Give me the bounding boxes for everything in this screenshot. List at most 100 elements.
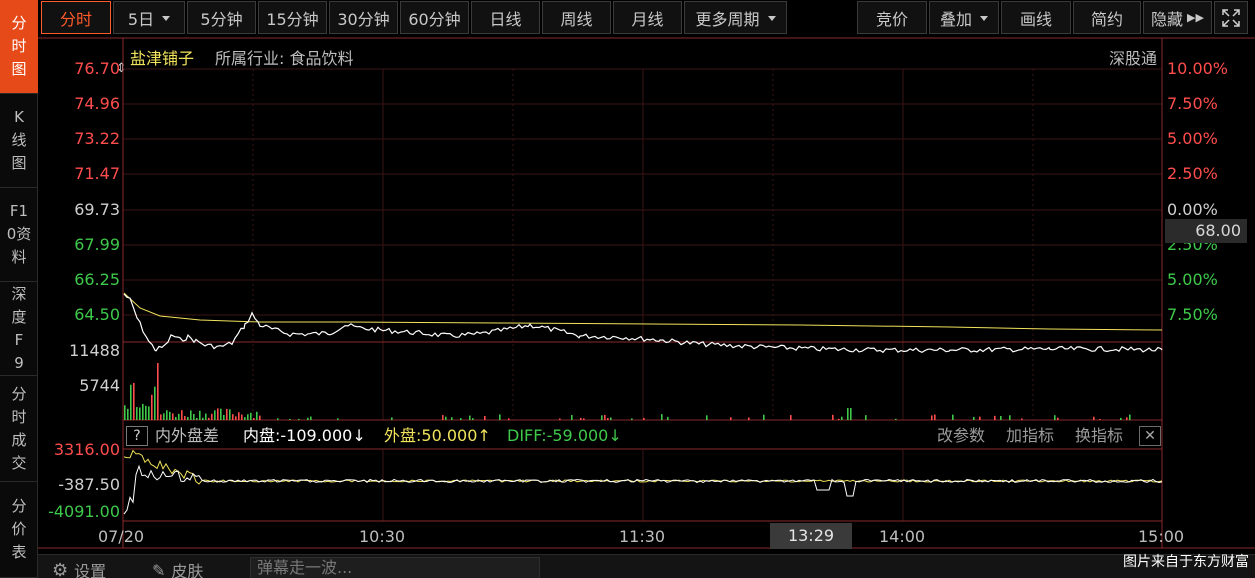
volume-bar	[220, 408, 222, 420]
volume-bar	[1000, 415, 1002, 420]
volume-bar	[160, 414, 162, 420]
volume-bar	[337, 418, 339, 420]
volume-bar	[571, 415, 573, 420]
chart-grid	[123, 68, 1162, 521]
switch-indicator-button[interactable]: 换指标	[1075, 426, 1123, 446]
pct-tick: 2.50%	[1167, 164, 1218, 183]
time-tick: 07/20	[98, 527, 145, 546]
volume-bar	[127, 408, 129, 420]
volume-bar	[211, 413, 213, 420]
volume-bar	[469, 415, 471, 420]
volume-bar	[124, 405, 126, 420]
volume-bar	[631, 418, 633, 420]
volume-tick: 11488	[69, 341, 120, 360]
price-tick: 73.22	[74, 129, 120, 148]
volume-bar	[979, 416, 981, 420]
volume-bar	[451, 417, 453, 420]
inner-value: 内盘:-109.000↓	[243, 426, 366, 445]
settings-button[interactable]: ⚙ 设置	[52, 558, 106, 578]
volume-bar	[199, 410, 201, 420]
skin-button[interactable]: ✎ 皮肤	[152, 558, 203, 578]
volume-bars	[124, 363, 1131, 420]
volume-bar	[226, 408, 228, 420]
volume-bar	[1120, 417, 1122, 420]
volume-bar	[208, 417, 210, 420]
skin-label: 皮肤	[171, 562, 204, 578]
volume-bar	[832, 414, 834, 420]
volume-bar	[748, 417, 750, 420]
volume-bar	[484, 415, 486, 420]
add-indicator-button[interactable]: 加指标	[1006, 426, 1054, 446]
volume-bar	[952, 414, 954, 420]
volume-bar	[391, 417, 393, 420]
volume-bar	[895, 418, 897, 420]
indicator-tick: -4091.00	[48, 502, 120, 521]
volume-bar	[148, 406, 150, 420]
price-tick: 67.99	[74, 235, 120, 254]
time-tick: 11:30	[619, 527, 666, 546]
volume-bar	[442, 415, 444, 420]
volume-bar	[445, 416, 447, 420]
volume-bar	[232, 414, 234, 420]
modify-params-button[interactable]: 改参数	[937, 426, 985, 446]
volume-bar	[763, 414, 765, 420]
volume-bar	[190, 410, 192, 420]
volume-bar	[256, 411, 258, 420]
indicator-tick: -387.50	[58, 475, 120, 494]
volume-bar	[178, 413, 180, 420]
pct-tick: 0.00%	[1167, 200, 1218, 219]
volume-bar	[172, 413, 174, 420]
volume-bar	[850, 408, 852, 420]
outer-value: 外盘:50.000↑	[384, 426, 491, 445]
volume-bar	[790, 415, 792, 420]
volume-bar	[838, 418, 840, 420]
danmaku-input[interactable]: 弹幕走一波...	[250, 557, 540, 578]
volume-bar	[253, 417, 255, 420]
chart-axes	[38, 37, 1255, 549]
price-tick: 76.70	[74, 59, 120, 78]
price-tick: 74.96	[74, 94, 120, 113]
time-tick: 10:30	[359, 527, 406, 546]
volume-bar	[169, 411, 171, 420]
volume-bar	[307, 417, 309, 420]
volume-bar	[196, 417, 198, 420]
pct-tick: 7.50%	[1167, 305, 1218, 324]
volume-bar	[1009, 415, 1011, 420]
volume-bar	[559, 418, 561, 420]
volume-bar	[193, 414, 195, 420]
watermark: 图片来自于东方财富	[1123, 554, 1249, 570]
volume-bar	[934, 414, 936, 420]
volume-bar	[136, 407, 138, 420]
volume-bar	[214, 410, 216, 420]
volume-bar	[139, 407, 141, 420]
volume-bar	[460, 418, 462, 420]
price-tick: 71.47	[74, 164, 120, 183]
pct-tick: 5.00%	[1167, 270, 1218, 289]
volume-bar	[583, 418, 585, 420]
volume-bar	[238, 412, 240, 420]
pct-tick: 7.50%	[1167, 94, 1218, 113]
volume-tick: 5744	[79, 376, 120, 395]
volume-bar	[205, 413, 207, 420]
volume-bar	[607, 417, 609, 420]
time-tick: 14:00	[879, 527, 926, 546]
volume-bar	[175, 416, 177, 420]
volume-bar	[601, 415, 603, 420]
volume-bar	[610, 417, 612, 420]
crosshair-time-label: 13:29	[770, 523, 852, 549]
settings-label: 设置	[74, 562, 107, 578]
close-icon[interactable]: ✕	[1139, 426, 1161, 446]
volume-bar	[298, 418, 300, 420]
volume-bar	[841, 416, 843, 420]
palette-icon: ✎	[152, 560, 166, 578]
volume-bar	[244, 417, 246, 420]
volume-bar	[994, 415, 996, 420]
pct-tick: 5.00%	[1167, 129, 1218, 148]
volume-bar	[661, 414, 663, 420]
volume-bar	[163, 413, 165, 420]
volume-bar	[1021, 418, 1023, 420]
help-button[interactable]: ?	[126, 426, 148, 446]
volume-bar	[1057, 417, 1059, 420]
volume-bar	[580, 417, 582, 420]
volume-bar	[217, 408, 219, 420]
